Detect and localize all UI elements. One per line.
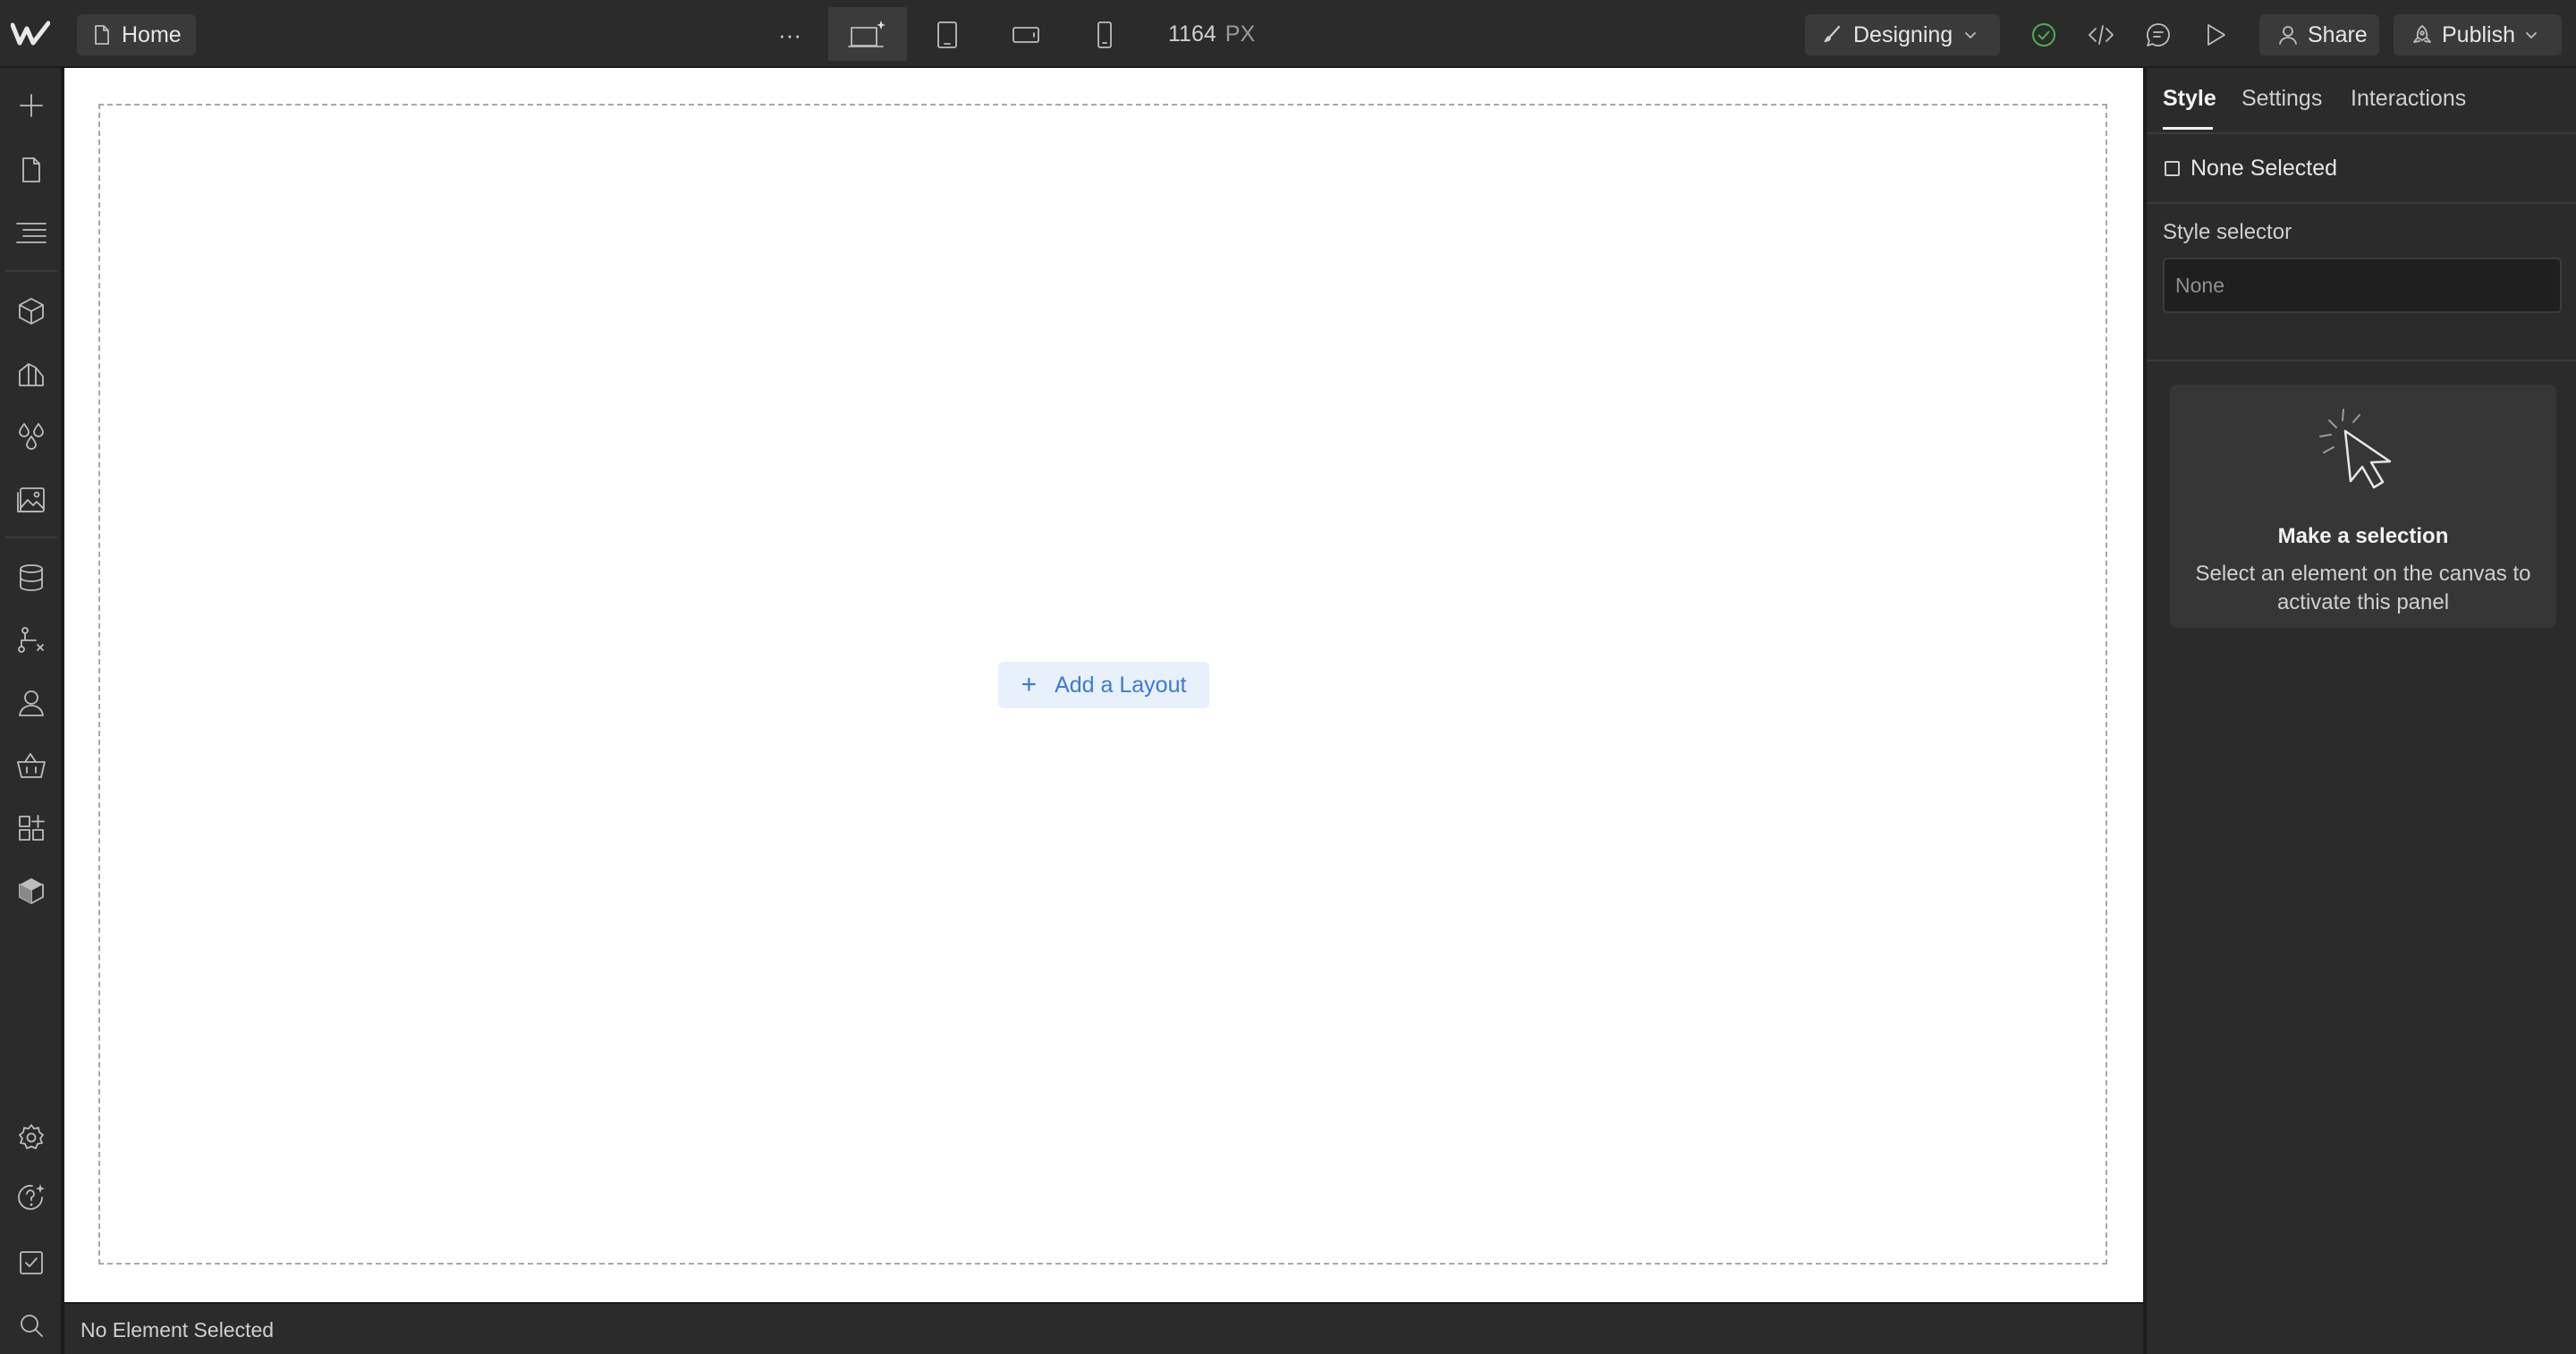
status-bar: No Element Selected	[64, 1302, 2143, 1354]
settings-icon[interactable]	[12, 1118, 51, 1157]
canvas-width-value: 1164	[1168, 21, 1216, 47]
style-manager-icon[interactable]	[12, 354, 51, 394]
breakpoint-mobile-landscape-button[interactable]	[1005, 14, 1046, 55]
share-button[interactable]: Share	[2259, 14, 2379, 55]
share-label: Share	[2308, 21, 2368, 47]
mode-label: Designing	[1853, 21, 1953, 47]
page-selector-button[interactable]: Home	[77, 14, 196, 55]
tab-style[interactable]: Style	[2163, 86, 2216, 112]
components-icon[interactable]	[12, 292, 51, 331]
user-icon	[2277, 24, 2299, 46]
navigator-icon[interactable]	[12, 213, 51, 252]
sidebar-divider	[5, 270, 57, 272]
page-icon	[93, 24, 111, 46]
empty-state-text: Select an element on the canvas to activ…	[2195, 562, 2531, 614]
top-bar: Home ··· 1164 PX Designing Share Publish	[0, 0, 2576, 68]
design-canvas[interactable]: + Add a Layout	[64, 68, 2143, 1302]
preview-button[interactable]	[2195, 14, 2236, 55]
tab-settings[interactable]: Settings	[2241, 86, 2322, 112]
logic-icon[interactable]	[12, 621, 51, 660]
active-tab-indicator	[2163, 127, 2213, 130]
comment-icon	[2145, 21, 2172, 48]
brush-icon	[1821, 24, 1843, 46]
style-selector-label: Style selector	[2163, 220, 2292, 244]
mobile-landscape-icon	[1012, 24, 1040, 46]
chevron-down-icon	[2524, 28, 2538, 42]
sidebar-divider	[5, 537, 57, 538]
comments-button[interactable]	[2138, 14, 2179, 55]
desktop-icon	[848, 19, 887, 49]
add-layout-button[interactable]: + Add a Layout	[998, 662, 1209, 708]
cursor-click-icon	[2309, 402, 2417, 492]
right-panel: Style Settings Interactions None Selecte…	[2145, 68, 2576, 1354]
publish-status-button[interactable]	[2023, 14, 2064, 55]
code-export-button[interactable]	[2080, 14, 2122, 55]
rocket-icon	[2411, 24, 2433, 46]
more-options-button[interactable]: ···	[769, 14, 810, 55]
plus-icon: +	[1021, 670, 1038, 699]
help-icon[interactable]	[12, 1179, 51, 1218]
search-icon[interactable]	[12, 1306, 51, 1345]
breakpoint-mobile-portrait-button[interactable]	[1084, 14, 1125, 55]
mode-dropdown[interactable]: Designing	[1805, 14, 2000, 55]
empty-state-title: Make a selection	[2277, 524, 2449, 548]
page-name: Home	[122, 21, 182, 47]
publish-button[interactable]: Publish	[2394, 14, 2562, 55]
empty-state-card: Make a selection Select an element on th…	[2170, 385, 2556, 628]
variables-icon[interactable]	[12, 417, 51, 456]
cms-icon[interactable]	[12, 558, 51, 597]
style-selector-placeholder: None	[2175, 273, 2224, 297]
check-circle-icon	[2030, 21, 2057, 48]
webflow-logo-icon[interactable]	[11, 20, 50, 48]
mobile-portrait-icon	[1095, 21, 1114, 49]
panel-divider	[2147, 360, 2576, 361]
tab-interactions[interactable]: Interactions	[2351, 86, 2466, 112]
breakpoint-tablet-button[interactable]	[927, 14, 968, 55]
panel-divider	[2147, 132, 2576, 134]
libraries-icon[interactable]	[12, 871, 51, 910]
panel-divider	[2147, 202, 2576, 204]
canvas-width-unit: PX	[1224, 21, 1256, 47]
add-icon[interactable]	[12, 86, 51, 125]
left-sidebar	[0, 68, 63, 1354]
audit-icon[interactable]	[12, 1243, 51, 1282]
pages-icon[interactable]	[12, 150, 51, 190]
checkbox-icon	[2165, 161, 2180, 176]
panel-tabs: Style Settings Interactions	[2147, 68, 2576, 132]
tablet-icon	[936, 21, 959, 49]
element-breadcrumb: No Element Selected	[80, 1318, 275, 1341]
users-icon[interactable]	[12, 683, 51, 723]
style-selector-input[interactable]: None	[2163, 258, 2562, 313]
selection-indicator: None Selected	[2165, 156, 2337, 182]
canvas-width-readout[interactable]: 1164 PX	[1168, 21, 1255, 47]
selection-label: None Selected	[2190, 156, 2338, 181]
code-icon	[2088, 23, 2114, 47]
play-icon	[2204, 22, 2227, 47]
apps-icon[interactable]	[12, 808, 51, 848]
assets-icon[interactable]	[12, 479, 51, 519]
breakpoint-desktop-button[interactable]	[828, 7, 907, 61]
add-layout-label: Add a Layout	[1055, 672, 1187, 698]
ecommerce-icon[interactable]	[12, 746, 51, 785]
publish-label: Publish	[2442, 21, 2515, 47]
chevron-down-icon	[1963, 28, 1978, 42]
